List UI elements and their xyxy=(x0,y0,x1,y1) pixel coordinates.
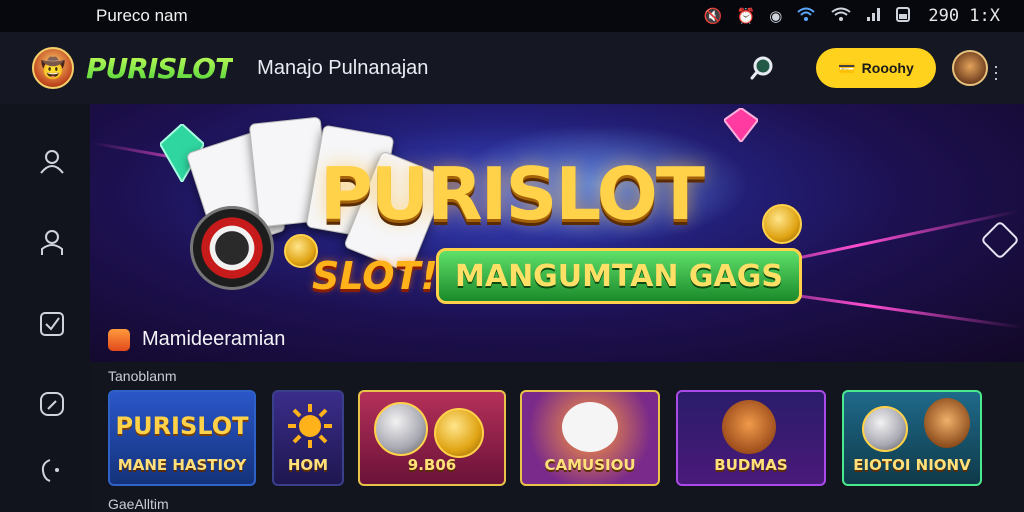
hero-caption: Mamideeramian xyxy=(108,328,285,351)
game-tile[interactable]: CAMUSIOU xyxy=(520,390,660,486)
signal-icon xyxy=(866,6,882,26)
coin-icon xyxy=(762,204,802,244)
record-icon: ◉ xyxy=(769,8,783,25)
sidebar xyxy=(0,104,90,512)
sun-icon xyxy=(288,404,332,448)
hero-title: PURISLOT xyxy=(320,152,705,236)
clock-icon xyxy=(40,392,64,416)
hero-banner[interactable]: PURISLOT SLOT! MANGUMTAN GAGS xyxy=(90,104,1024,362)
avatar[interactable] xyxy=(952,50,988,86)
battery-icon xyxy=(896,6,911,26)
status-bar: Pureco nam 🔇 ⏰ ◉ 290 1:X xyxy=(0,0,1024,32)
coin-icon xyxy=(862,406,908,452)
game-tile-label: CAMUSIOU xyxy=(544,456,636,474)
section-footer: GaeAlltim xyxy=(108,496,169,512)
game-tile[interactable]: HOM xyxy=(272,390,344,486)
sidebar-item-tasks[interactable] xyxy=(34,306,70,342)
game-tile[interactable]: 9.B06 xyxy=(358,390,506,486)
shiba-mascot xyxy=(722,400,776,454)
brand-logo[interactable]: PURISLOT xyxy=(86,52,234,85)
app-logo-icon[interactable]: 🤠 xyxy=(32,47,74,89)
game-tile-label: HOM xyxy=(287,456,329,474)
search-button[interactable] xyxy=(744,50,780,86)
coin-icon xyxy=(374,402,428,456)
user-icon xyxy=(40,150,64,174)
game-tile[interactable]: BUDMAS xyxy=(676,390,826,486)
account-icon xyxy=(41,230,63,255)
poker-chip-icon xyxy=(190,206,274,290)
wifi-secondary-icon xyxy=(830,6,852,26)
game-tile-label: MANE HASTIOY xyxy=(117,456,247,474)
status-title: Pureco nam xyxy=(96,6,188,25)
wifi-icon xyxy=(796,6,816,26)
game-tile-logo: PURISLOT xyxy=(115,412,249,440)
section-title: Tanoblanm xyxy=(108,368,177,384)
hero-tagline: MANGUMTAN GAGS xyxy=(436,248,802,304)
page-title: Manajo Pulnanajan xyxy=(257,56,429,79)
sidebar-item-profile[interactable] xyxy=(34,144,70,180)
promo-icon xyxy=(108,328,130,351)
status-icons: 🔇 ⏰ ◉ 290 1:X xyxy=(704,6,1000,26)
deposit-button[interactable]: 💳 Rooohy xyxy=(816,48,936,88)
checkbox-icon xyxy=(40,312,64,336)
sidebar-item-support[interactable] xyxy=(34,452,70,488)
dog-mascot xyxy=(562,402,618,452)
hero-caption-text: Mamideeramian xyxy=(142,328,286,350)
coin-icon xyxy=(434,408,484,458)
game-tile[interactable]: EIOTOI NIONV xyxy=(842,390,982,486)
sidebar-item-history[interactable] xyxy=(34,386,70,422)
alarm-icon: ⏰ xyxy=(736,8,756,25)
support-icon xyxy=(41,459,59,482)
wallet-icon: 💳 xyxy=(838,59,856,76)
shiba-mascot xyxy=(924,398,970,448)
search-icon xyxy=(750,56,773,80)
status-time: 290 1:X xyxy=(928,6,1000,26)
game-tile-label: EIOTOI NIONV xyxy=(853,456,971,474)
game-tile[interactable]: PURISLOT MANE HASTIOY xyxy=(108,390,256,486)
deposit-button-label: Rooohy xyxy=(861,60,914,76)
sidebar-item-account[interactable] xyxy=(34,224,70,260)
game-tile-label: 9.B06 xyxy=(407,456,457,474)
more-menu-icon[interactable]: ... xyxy=(992,53,1000,83)
hero-slot-label: SLOT! xyxy=(312,254,438,298)
app-bar: 🤠 PURISLOT Manajo Pulnanajan 💳 Rooohy ..… xyxy=(0,32,1024,104)
mute-icon: 🔇 xyxy=(703,8,723,25)
gem-icon xyxy=(724,108,758,142)
game-tile-label: BUDMAS xyxy=(714,456,788,474)
